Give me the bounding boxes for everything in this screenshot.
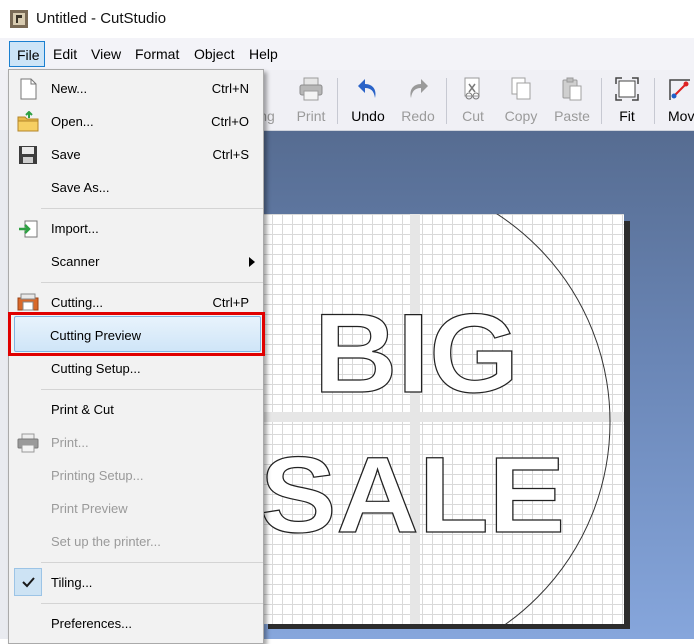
file-menu-dropdown: New... Ctrl+N Open... Ctrl+O Save Ctrl+S… — [8, 69, 264, 644]
menu-separator — [41, 562, 263, 563]
menu-item-print-preview-label: Print Preview — [51, 501, 128, 516]
undo-button[interactable]: Undo — [344, 70, 392, 130]
paste-button[interactable]: Paste — [548, 70, 596, 130]
title-bar: Untitled - CutStudio — [0, 0, 694, 38]
menu-item-cutting-shortcut: Ctrl+P — [212, 295, 249, 310]
print-label: Print — [296, 108, 326, 124]
menu-item-scanner[interactable]: Scanner — [9, 247, 263, 277]
menu-item-scanner-label: Scanner — [51, 254, 100, 269]
menu-item-print-and-cut-label: Print & Cut — [51, 402, 114, 417]
menu-item-save-shortcut: Ctrl+S — [212, 147, 249, 162]
menu-item-new[interactable]: New... Ctrl+N — [9, 74, 263, 104]
undo-label: Undo — [351, 108, 385, 124]
menu-item-open-label: Open... — [51, 114, 94, 129]
cut-label: Cut — [462, 108, 484, 124]
import-icon — [19, 220, 38, 238]
checkmark-icon — [22, 577, 35, 588]
cutstudio-app-icon — [10, 10, 28, 28]
undo-icon — [358, 79, 376, 98]
paste-icon — [562, 77, 582, 101]
menu-item-setup-printer-label: Set up the printer... — [51, 534, 161, 549]
menu-separator — [41, 603, 263, 604]
printer-icon — [299, 77, 323, 101]
menu-object[interactable]: Object — [194, 46, 234, 62]
menu-file[interactable]: File — [9, 41, 45, 67]
menu-item-import-label: Import... — [51, 221, 99, 236]
menu-item-save[interactable]: Save Ctrl+S — [9, 140, 263, 170]
submenu-arrow-icon — [249, 257, 255, 267]
menu-bar: Edit View Format Object Help — [0, 38, 694, 70]
window-title: Untitled - CutStudio — [36, 10, 167, 27]
menu-item-new-label: New... — [51, 81, 88, 96]
copy-button[interactable]: Copy — [498, 70, 544, 130]
menu-item-tiling[interactable]: Tiling... — [9, 568, 263, 598]
menu-item-preferences[interactable]: Preferences... — [9, 609, 263, 639]
menu-item-setup-printer[interactable]: Set up the printer... — [9, 527, 263, 557]
menu-edit[interactable]: Edit — [53, 46, 77, 62]
menu-item-print-and-cut[interactable]: Print & Cut — [9, 395, 263, 425]
tiling-check-box — [14, 568, 42, 596]
redo-button[interactable]: Redo — [396, 70, 440, 130]
menu-view[interactable]: View — [91, 46, 121, 62]
fit-button[interactable]: Fit — [606, 70, 648, 130]
move-icon — [669, 79, 690, 100]
menu-help[interactable]: Help — [249, 46, 278, 62]
canvas-text-big: BIG — [314, 291, 519, 416]
menu-item-printing-setup[interactable]: Printing Setup... — [9, 461, 263, 491]
canvas-text-sale: SALE — [262, 434, 565, 555]
cutting-sheet[interactable]: BIG SALE — [262, 214, 624, 624]
move-label: Mov — [668, 108, 694, 124]
menu-item-cutting-setup[interactable]: Cutting Setup... — [9, 354, 263, 384]
menu-item-open[interactable]: Open... Ctrl+O — [9, 107, 263, 137]
menu-format[interactable]: Format — [135, 46, 179, 62]
print-button[interactable]: Print — [290, 70, 332, 130]
paste-label: Paste — [554, 108, 590, 124]
menu-item-cutting-label: Cutting... — [51, 295, 104, 310]
menu-item-cutting-setup-label: Cutting Setup... — [51, 361, 141, 376]
menu-item-import[interactable]: Import... — [9, 214, 263, 244]
move-button[interactable]: Mov — [660, 70, 694, 130]
new-document-icon — [20, 78, 37, 100]
menu-item-print-preview[interactable]: Print Preview — [9, 494, 263, 524]
fit-icon — [615, 77, 639, 101]
cut-button[interactable]: Cut — [452, 70, 494, 130]
menu-item-printing-setup-label: Printing Setup... — [51, 468, 144, 483]
print-icon — [17, 433, 39, 453]
menu-item-save-as-label: Save As... — [51, 180, 110, 195]
artwork: BIG SALE — [262, 214, 624, 624]
menu-file-label: File — [17, 47, 40, 63]
menu-item-open-shortcut: Ctrl+O — [211, 114, 249, 129]
cutting-icon — [17, 293, 39, 311]
redo-icon — [410, 79, 428, 98]
save-disk-icon — [19, 146, 37, 164]
highlight-annotation-box — [8, 312, 265, 356]
menu-item-print[interactable]: Print... — [9, 428, 263, 458]
menu-item-save-label: Save — [51, 147, 81, 162]
menu-item-tiling-label: Tiling... — [51, 575, 93, 590]
copy-icon — [511, 77, 531, 100]
open-folder-icon — [17, 111, 39, 132]
menu-item-new-shortcut: Ctrl+N — [211, 81, 249, 96]
copy-label: Copy — [504, 108, 538, 124]
cut-icon — [464, 77, 480, 100]
menu-separator — [41, 208, 263, 209]
redo-label: Redo — [401, 108, 435, 124]
fit-label: Fit — [619, 108, 635, 124]
menu-item-save-as[interactable]: Save As... — [9, 173, 263, 203]
menu-separator — [41, 389, 263, 390]
menu-item-print-label: Print... — [51, 435, 89, 450]
menu-item-preferences-label: Preferences... — [51, 616, 132, 631]
menu-separator — [41, 282, 263, 283]
